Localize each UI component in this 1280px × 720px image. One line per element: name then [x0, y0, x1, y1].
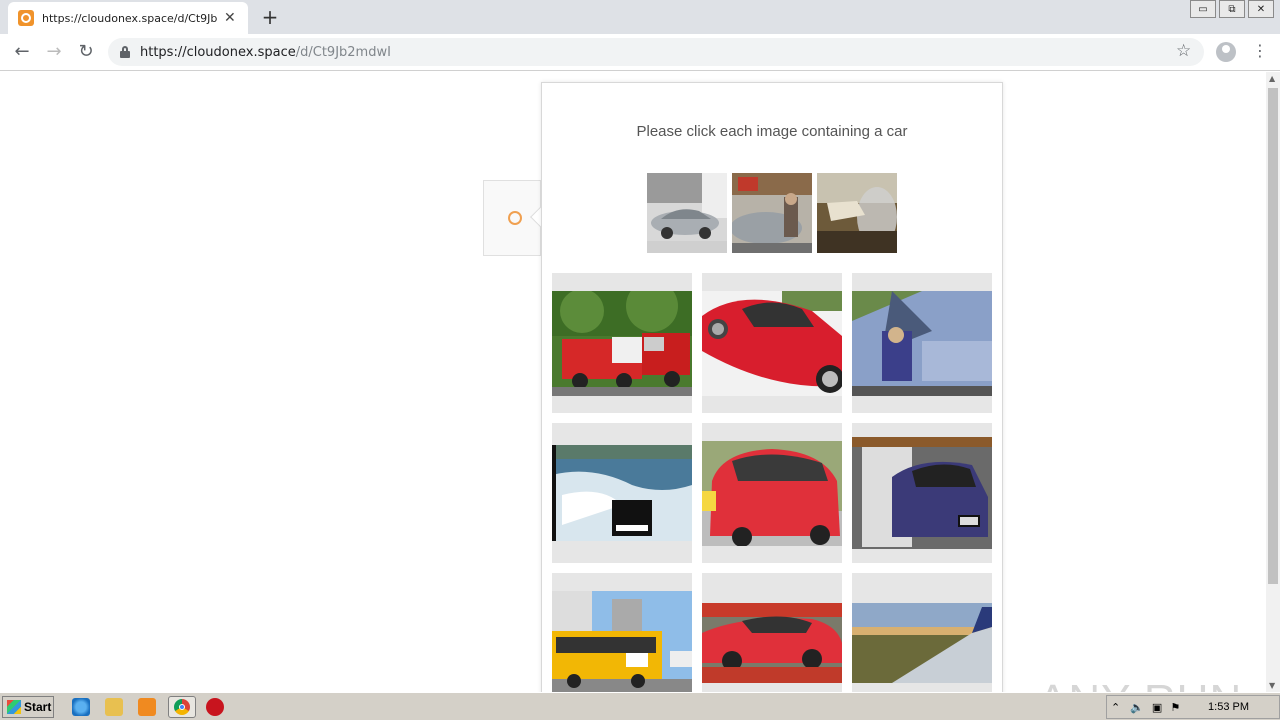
start-label: Start [24, 700, 52, 714]
taskbar: Start ⌃ 🔈 ▣ ⚑ 1:53 PM [0, 692, 1280, 720]
page-scrollbar[interactable]: ▲ ▼ [1266, 72, 1280, 692]
tab-bar: https://cloudonex.space/d/Ct9Jb2m ✕ + ▭ … [0, 0, 1280, 34]
media-player-icon[interactable] [138, 698, 156, 716]
browser-tab[interactable]: https://cloudonex.space/d/Ct9Jb2m ✕ [8, 2, 248, 34]
tray-expand-icon[interactable]: ⌃ [1111, 701, 1120, 714]
new-tab-button[interactable]: + [258, 5, 282, 29]
browser-toolbar: ← → ↻ https://cloudonex.space/d/Ct9Jb2md… [0, 34, 1280, 71]
system-tray: ⌃ 🔈 ▣ ⚑ 1:53 PM [1106, 695, 1280, 719]
chrome-taskbar-button[interactable] [168, 696, 196, 718]
reload-icon[interactable]: ↻ [74, 40, 98, 64]
profile-avatar-icon[interactable] [1216, 42, 1236, 62]
grid-image-fire-trucks[interactable] [552, 273, 692, 413]
image-grid [552, 273, 992, 692]
url-host: https://cloudonex.space [140, 44, 296, 60]
window-controls: ▭ ⧉ ✕ [1187, 0, 1274, 18]
url-path: /d/Ct9Jb2mdwI [295, 44, 391, 60]
favicon-icon [18, 10, 34, 26]
challenge-prompt: Please click each image containing a car [636, 123, 908, 140]
bookmark-star-icon[interactable]: ☆ [1176, 41, 1191, 61]
close-window-button[interactable]: ✕ [1248, 0, 1274, 18]
loading-ring-icon [508, 211, 522, 225]
grid-image-red-hatchback-front[interactable] [702, 423, 842, 563]
ie-icon[interactable] [72, 698, 90, 716]
grid-image-red-hatchback-side[interactable] [702, 273, 842, 413]
scroll-up-icon[interactable]: ▲ [1269, 74, 1275, 83]
menu-kebab-icon[interactable]: ⋮ [1252, 41, 1268, 60]
grid-image-person-at-car-hood[interactable] [852, 273, 992, 413]
example-image-silver-car-with-person [732, 173, 812, 253]
lock-icon [120, 46, 130, 58]
captcha-challenge-popup: Please click each image containing a car [541, 82, 1003, 692]
folder-icon[interactable] [105, 698, 123, 716]
grid-image-airplane-wing-sky[interactable] [852, 573, 992, 692]
restore-button[interactable]: ⧉ [1219, 0, 1245, 18]
example-image-car-interior-blurry [817, 173, 897, 253]
chrome-icon [174, 699, 190, 715]
forward-icon[interactable]: → [42, 40, 66, 64]
minimize-button[interactable]: ▭ [1190, 0, 1216, 18]
grid-image-blue-car-in-garage[interactable] [852, 423, 992, 563]
scroll-thumb[interactable] [1268, 88, 1278, 584]
stop-icon[interactable] [206, 698, 224, 716]
windows-flag-icon [7, 700, 21, 714]
example-image-silver-sports-car [647, 173, 727, 253]
watermark-logo: ANY RUN [1038, 676, 1242, 692]
network-icon[interactable]: ▣ [1152, 701, 1162, 714]
back-icon[interactable]: ← [10, 40, 34, 64]
page-content: Please click each image containing a car [0, 72, 1266, 692]
action-center-flag-icon[interactable]: ⚑ [1170, 701, 1180, 714]
grid-image-yellow-bus[interactable] [552, 573, 692, 692]
address-bar[interactable]: https://cloudonex.space/d/Ct9Jb2mdwI [108, 38, 1204, 66]
volume-icon[interactable]: 🔈 [1130, 701, 1144, 714]
close-tab-icon[interactable]: ✕ [224, 10, 236, 26]
start-button[interactable]: Start [2, 696, 54, 718]
grid-image-boat-wake-mercury-motor[interactable] [552, 423, 692, 563]
tab-title: https://cloudonex.space/d/Ct9Jb2m [42, 11, 218, 25]
example-images [647, 173, 902, 253]
grid-image-red-car-on-trailer[interactable] [702, 573, 842, 692]
clock: 1:53 PM [1208, 701, 1249, 713]
scroll-down-icon[interactable]: ▼ [1269, 681, 1275, 690]
